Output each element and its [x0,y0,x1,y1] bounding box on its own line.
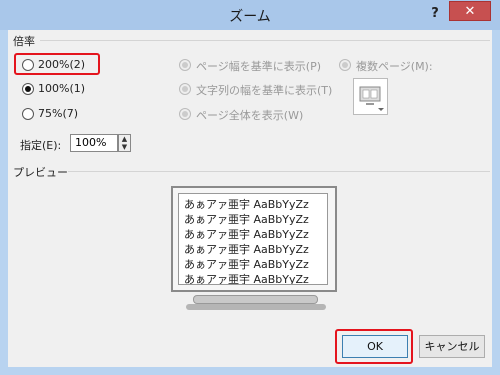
radio-200[interactable] [22,59,34,71]
preview-line: あぁアァ亜宇 AaBbYyZz [184,258,309,271]
preview-label: プレビュー [13,166,68,179]
radio-100-label[interactable]: 100%(1) [38,82,85,95]
custom-zoom-label: 指定(E): [20,139,62,152]
preview-line: あぁアァ亜宇 AaBbYyZz [184,228,309,241]
radio-100[interactable] [22,83,34,95]
radio-75[interactable] [22,108,34,120]
zoom-dialog: ズーム ? ✕ 倍率 200%(2) 100%(1) 75%(7) ページ幅を基… [0,0,500,375]
preview-screen: あぁアァ亜宇 AaBbYyZz あぁアァ亜宇 AaBbYyZz あぁアァ亜宇 A… [178,193,328,285]
monitor-stand [193,295,318,304]
title-bar: ズーム ? ✕ [0,0,500,30]
multi-page-picker[interactable] [353,78,388,115]
radio-text-width[interactable] [179,83,191,95]
dialog-body: 倍率 200%(2) 100%(1) 75%(7) ページ幅を基準に表示(P) … [8,30,492,367]
help-button[interactable]: ? [425,4,445,24]
preview-monitor: あぁアァ亜宇 AaBbYyZz あぁアァ亜宇 AaBbYyZz あぁアァ亜宇 A… [171,186,337,292]
radio-text-width-label: 文字列の幅を基準に表示(T) [196,84,333,97]
radio-page-width-label: ページ幅を基準に表示(P) [196,60,321,73]
radio-whole-page[interactable] [179,108,191,120]
zoom-group-label: 倍率 [13,35,35,48]
preview-line: あぁアァ亜宇 AaBbYyZz [184,243,309,256]
radio-200-label[interactable]: 200%(2) [38,58,85,71]
spin-up-icon[interactable]: ▲ [119,135,130,143]
monitor-base [186,304,326,310]
preview-line: あぁアァ亜宇 AaBbYyZz [184,273,309,285]
preview-line: あぁアァ亜宇 AaBbYyZz [184,213,309,226]
ok-button[interactable]: OK [342,335,408,358]
cancel-button[interactable]: キャンセル [419,335,485,358]
custom-zoom-input[interactable]: 100% [70,134,118,152]
close-button[interactable]: ✕ [449,1,491,21]
zoom-spinner[interactable]: ▲ ▼ [118,134,131,152]
preview-separator [68,171,490,172]
spin-down-icon[interactable]: ▼ [119,143,130,151]
radio-75-label[interactable]: 75%(7) [38,107,78,120]
preview-line: あぁアァ亜宇 AaBbYyZz [184,198,309,211]
monitor-pages-icon [359,86,384,111]
radio-whole-page-label: ページ全体を表示(W) [196,109,304,122]
radio-page-width[interactable] [179,59,191,71]
radio-multi-page-label: 複数ページ(M): [356,60,433,73]
radio-multi-page[interactable] [339,59,351,71]
zoom-group-separator [40,40,490,41]
